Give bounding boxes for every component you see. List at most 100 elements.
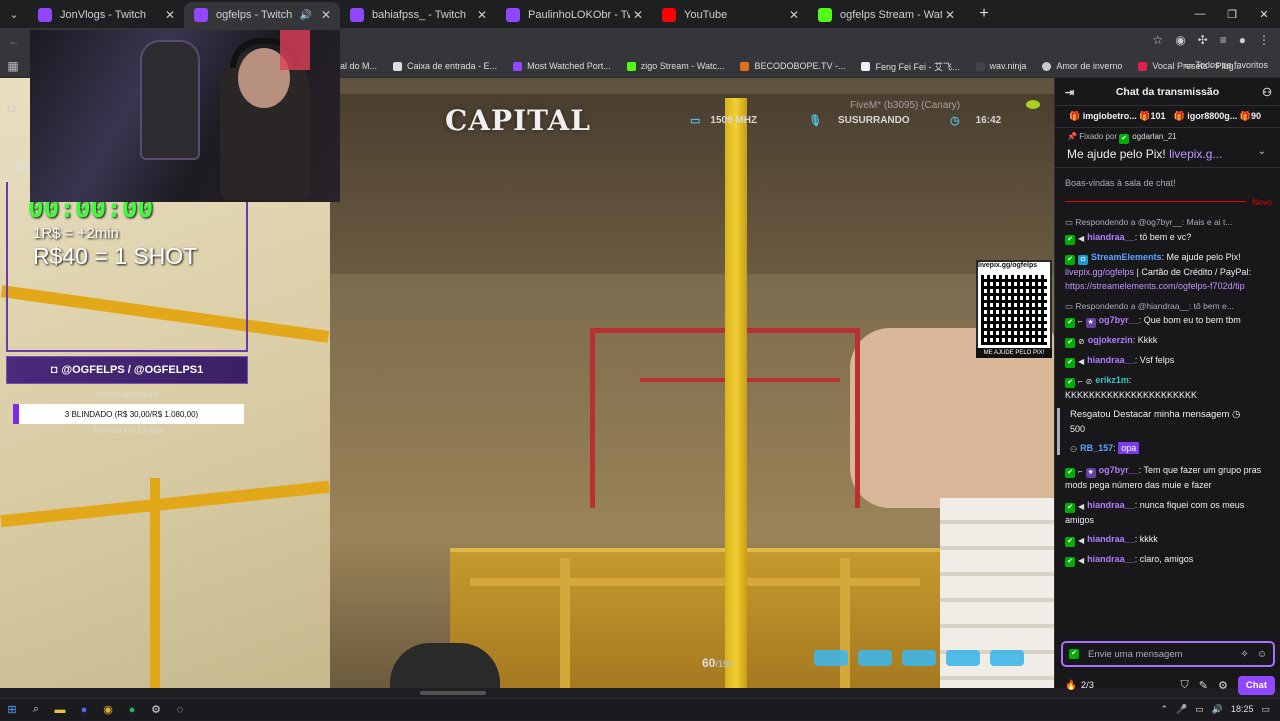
star-icon[interactable]: ☆ — [1152, 33, 1163, 47]
all-bookmarks-folder[interactable]: ▭ Todos os favoritos — [1185, 60, 1268, 71]
chat-username[interactable]: ogjokerzin — [1088, 335, 1133, 345]
search-icon[interactable]: ⌕ — [24, 699, 48, 721]
chat-username[interactable]: og7byr__ — [1099, 315, 1139, 325]
close-window-icon[interactable]: ✕ — [1248, 0, 1280, 28]
bookmark-item[interactable]: Most Watched Port... — [513, 61, 611, 71]
chat-username[interactable]: hiandraa__ — [1087, 554, 1135, 564]
bookmark-item[interactable]: Caixa de entrada - E... — [393, 61, 497, 71]
chat-message[interactable]: ⚇ RB_157: opa — [1070, 441, 1272, 456]
chat-username[interactable]: hiandraa__ — [1087, 500, 1135, 510]
tab-paulinho[interactable]: PaulinhoLOKObr - Twitch✕ — [496, 2, 652, 28]
bookmark-item[interactable]: BECODOBOPE.TV -... — [740, 61, 845, 71]
extension-icon[interactable]: ◉ — [1175, 33, 1185, 47]
tab-title: bahiafpss_ - Twitch — [372, 9, 466, 21]
chat-username[interactable]: erikz1m — [1095, 375, 1129, 385]
pencil-icon[interactable]: ✎ — [1199, 679, 1208, 692]
chat-message[interactable]: ✔ ◀ hiandraa__: Vsf felps — [1065, 353, 1272, 368]
chat-username[interactable]: RB_157 — [1080, 443, 1113, 453]
chat-message[interactable]: ✔ ◀ hiandraa__: kkkk — [1065, 532, 1272, 547]
tab-title: YouTube — [684, 9, 728, 21]
tray-chevron-icon[interactable]: ⌃ — [1160, 704, 1168, 715]
chevron-down-icon[interactable]: ⌄ — [1258, 146, 1266, 157]
bookmark-item[interactable]: zigo Stream - Watc... — [626, 61, 724, 71]
chat-username[interactable]: og7byr__ — [1099, 465, 1139, 475]
chat-username[interactable]: hiandraa__ — [1087, 355, 1135, 365]
crate-plank — [840, 558, 850, 688]
chat-message[interactable]: ▭ Respondendo a @hiandraa__: tô bem e...… — [1065, 299, 1272, 328]
chat-username[interactable]: StreamElements — [1091, 252, 1162, 262]
tab-search-icon[interactable]: ⌄ — [0, 0, 28, 28]
profile-icon[interactable]: ● — [1239, 33, 1246, 47]
discord-icon[interactable]: ● — [72, 699, 96, 721]
close-tab-icon[interactable]: ✕ — [162, 8, 178, 22]
bookmark-item[interactable]: Amor de inverno — [1042, 61, 1122, 71]
tab-title: PaulinhoLOKObr - Twitch — [528, 9, 630, 21]
chat-message[interactable]: ✔ ◘ StreamElements: Me ajude pelo Pix! liv… — [1065, 250, 1272, 294]
chat-link[interactable]: livepix.gg/ogfelps — [1065, 267, 1134, 277]
chat-panel: ⇥ Chat da transmissão ⚇ 🎁 imglobetro... … — [1054, 78, 1280, 695]
close-tab-icon[interactable]: ✕ — [630, 8, 646, 22]
close-tab-icon[interactable]: ✕ — [474, 8, 490, 22]
tab-kick[interactable]: ogfelps Stream - Watch Live on✕ — [808, 2, 964, 28]
back-arrow-icon[interactable]: ← — [8, 34, 20, 48]
bookmark-item[interactable]: Feng Fei Fei - 艾飞... — [861, 60, 960, 73]
channel-points[interactable]: 🔥 2/3 — [1065, 680, 1094, 691]
gifter-item[interactable]: 🎁 imglobetro... 🎁101 — [1069, 111, 1166, 122]
puzzle-icon[interactable]: ✣ — [1198, 33, 1208, 47]
clock-time[interactable]: 18:25 — [1231, 704, 1254, 715]
minimize-icon[interactable]: — — [1184, 0, 1216, 28]
network-icon[interactable]: ▭ — [1195, 704, 1204, 715]
gifter-item[interactable]: 🎁 igor8800g... 🎁90 — [1174, 111, 1262, 122]
emote-picker-icon[interactable]: ☺ — [1257, 649, 1267, 660]
tab-jonvlogs[interactable]: JonVlogs - Twitch ✕ — [28, 2, 184, 28]
windows-start-icon[interactable]: ⊞ — [0, 699, 24, 721]
scrollbar[interactable] — [420, 691, 486, 695]
mic-icon[interactable]: 🎤 — [1176, 704, 1187, 715]
chat-message[interactable]: ▭ Respondendo a @og7byr__: Mais e ai t..… — [1065, 215, 1272, 245]
chat-username[interactable]: hiandraa__ — [1087, 534, 1135, 544]
chat-message[interactable]: ✔ ⊘ ogjokerzin: Kkkk — [1065, 333, 1272, 348]
chat-send-button[interactable]: Chat — [1237, 675, 1275, 695]
app-icon[interactable]: ◌ — [168, 699, 192, 721]
gifter-leaderboard: 🎁 imglobetro... 🎁101 🎁 igor8800g... 🎁90 — [1055, 106, 1280, 128]
close-tab-icon[interactable]: ✕ — [318, 8, 334, 22]
tab-ogfelps[interactable]: ogfelps - Twitch 🔊 ✕ — [184, 2, 340, 28]
chat-link[interactable]: https://streamelements.com/ogfelps-f702d… — [1065, 279, 1272, 294]
menu-dots-icon[interactable]: ⋮ — [1258, 33, 1270, 47]
chrome-icon[interactable]: ◉ — [96, 699, 120, 721]
chat-input[interactable]: ✔ Envie uma mensagem ✧ ☺ — [1061, 641, 1275, 667]
apps-grid-icon[interactable]: ▦ — [0, 59, 26, 73]
pinned-link[interactable]: livepix.g... — [1169, 147, 1222, 161]
bookmark-item[interactable]: al do M... — [340, 61, 377, 71]
speaker-icon[interactable]: 🔊 — [300, 10, 312, 21]
chat-message[interactable]: ✔ ⌐ ★ og7byr__: Tem que fazer um grupo pras… — [1065, 463, 1272, 493]
notifications-icon[interactable]: ▭ — [1261, 704, 1270, 715]
chat-message[interactable]: ✔ ⌐ ⊘ erikz1m: KKKKKKKKKKKKKKKKKKKKKK — [1065, 373, 1272, 403]
tab-bahiafpss[interactable]: bahiafpss_ - Twitch ✕ — [340, 2, 496, 28]
os-taskbar: ⊞ ⌕ ▬ ● ◉ ● ⚙ ◌ ⌃ 🎤 ▭ 🔊 18:25 ▭ — [0, 698, 1280, 720]
spotify-icon[interactable]: ● — [120, 699, 144, 721]
app-icon[interactable]: ⚙ — [144, 699, 168, 721]
chat-username[interactable]: hiandraa__ — [1087, 232, 1135, 242]
users-icon[interactable]: ⚇ — [1262, 86, 1272, 99]
chat-message[interactable]: ✔ ◀ hiandraa__: claro, amigos — [1065, 552, 1272, 567]
close-tab-icon[interactable]: ✕ — [786, 8, 802, 22]
chat-message[interactable]: ✔ ◀ hiandraa__: nunca fiquei com os meus a… — [1065, 498, 1272, 528]
gear-icon[interactable]: ⚙ — [1218, 679, 1228, 692]
new-tab-button[interactable]: + — [972, 5, 996, 23]
collapse-chat-icon[interactable]: ⇥ — [1065, 86, 1074, 99]
shield-icon[interactable]: ⛉ — [1181, 679, 1189, 692]
tab-youtube[interactable]: YouTube ✕ — [652, 2, 808, 28]
muted-badge-icon: ⊘ — [1085, 377, 1093, 386]
reply-icon: ▭ — [1065, 217, 1074, 227]
bookmark-item[interactable]: wav.ninja — [975, 61, 1026, 71]
file-explorer-icon[interactable]: ▬ — [48, 699, 72, 721]
moderator-badge-icon: ✔ — [1065, 318, 1075, 328]
moderator-badge-icon: ✔ — [1065, 378, 1075, 388]
restore-icon[interactable]: ❐ — [1216, 0, 1248, 28]
pinned-message[interactable]: 📌 Fixado por ✔ ogdarlan_21 Me ajude pelo … — [1055, 128, 1280, 168]
volume-icon[interactable]: 🔊 — [1212, 704, 1223, 715]
sparkle-mute-icon[interactable]: ✧ — [1240, 649, 1248, 660]
close-tab-icon[interactable]: ✕ — [942, 8, 958, 22]
media-icon[interactable]: ≡ — [1220, 33, 1227, 47]
